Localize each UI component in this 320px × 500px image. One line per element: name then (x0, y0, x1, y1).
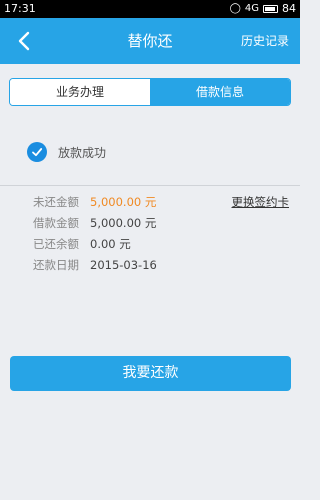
info-label: 还款日期 (33, 258, 79, 272)
status-icons: ◯ 4G 84 (230, 0, 296, 18)
info-value: 0.00 元 (90, 237, 131, 251)
info-value: 5,000.00 元 (90, 216, 157, 230)
divider (0, 185, 300, 186)
change-card-link[interactable]: 更换签约卡 (232, 192, 290, 213)
battery-level: 84 (282, 2, 296, 15)
history-link[interactable]: 历史记录 (241, 18, 289, 64)
info-row-loan: 借款金额 5,000.00 元 (33, 213, 293, 234)
loan-status: 放款成功 (27, 141, 106, 163)
alarm-icon: ◯ (229, 3, 241, 14)
status-time: 17:31 (4, 2, 36, 15)
info-value: 2015-03-16 (90, 258, 157, 272)
check-circle-icon (27, 142, 47, 162)
tab-loan-info[interactable]: 借款信息 (150, 79, 290, 105)
repay-button[interactable]: 我要还款 (10, 356, 291, 391)
info-row-repaid: 已还余额 0.00 元 (33, 234, 293, 255)
nav-bar: 替你还 历史记录 (0, 18, 300, 64)
info-value: 5,000.00 元 (90, 195, 157, 209)
info-label: 已还余额 (33, 237, 79, 251)
status-bar: 17:31 ◯ 4G 84 (0, 0, 300, 18)
info-label: 未还金额 (33, 195, 79, 209)
info-row-date: 还款日期 2015-03-16 (33, 255, 293, 276)
battery-icon (263, 5, 278, 13)
tab-business[interactable]: 业务办理 (10, 79, 150, 105)
signal-icon: 4G (244, 3, 259, 14)
info-label: 借款金额 (33, 216, 79, 230)
status-text: 放款成功 (58, 145, 107, 160)
segmented-tabs: 业务办理 借款信息 (9, 78, 291, 106)
